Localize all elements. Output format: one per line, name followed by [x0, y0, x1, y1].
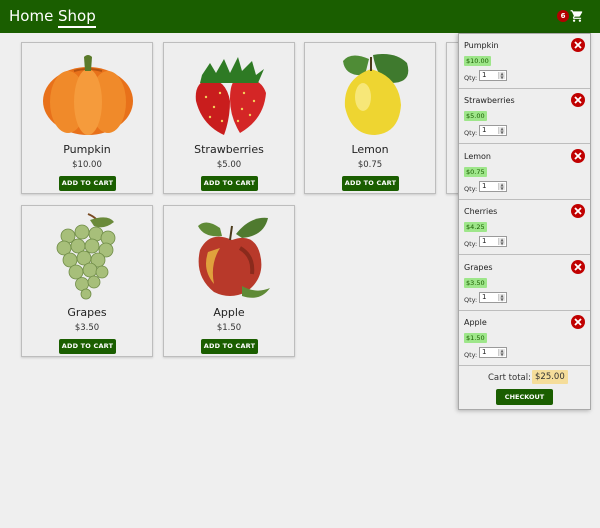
- cart-item-name: Apple: [464, 318, 487, 327]
- quantity-stepper[interactable]: 1 ▲ ▼: [479, 292, 507, 303]
- qty-label: Qty:: [464, 129, 478, 137]
- top-nav-bar: Home Shop 6: [0, 0, 600, 33]
- quantity-stepper[interactable]: 1 ▲ ▼: [479, 236, 507, 247]
- add-to-cart-button[interactable]: ADD TO CART: [59, 176, 116, 191]
- remove-item-button[interactable]: [571, 149, 585, 163]
- quantity-stepper[interactable]: 1 ▲ ▼: [479, 70, 507, 81]
- qty-label: Qty:: [464, 74, 478, 82]
- quantity-value: 1: [482, 182, 487, 190]
- close-icon: [574, 152, 582, 160]
- cart-panel: Pumpkin $10.00 Qty: 1 ▲ ▼ Strawberries $5.…: [458, 33, 591, 410]
- lemon-image: [343, 54, 409, 135]
- qty-label: Qty:: [464, 296, 478, 304]
- cart-item-name: Lemon: [464, 152, 491, 161]
- cart-item-name: Strawberries: [464, 96, 515, 105]
- cart-item-name: Pumpkin: [464, 41, 499, 50]
- checkout-button[interactable]: CHECKOUT: [496, 389, 553, 405]
- shopping-cart-icon: [570, 10, 583, 22]
- close-icon: [574, 263, 582, 271]
- qty-label: Qty:: [464, 240, 478, 248]
- cart-item-price: $0.75: [464, 167, 487, 177]
- product-price: $0.75: [357, 160, 383, 170]
- product-name: Lemon: [351, 143, 389, 156]
- product-name: Grapes: [67, 306, 107, 319]
- cart-item: Cherries $4.25 Qty: 1 ▲ ▼: [459, 200, 590, 255]
- product-price: $5.00: [216, 160, 242, 170]
- remove-item-button[interactable]: [571, 204, 585, 218]
- product-card-lemon: Lemon $0.75 ADD TO CART: [304, 42, 436, 194]
- cart-count-badge: 6: [557, 10, 569, 22]
- spinner-arrows-icon[interactable]: ▲ ▼: [498, 72, 505, 80]
- cart-item-price: $3.50: [464, 278, 487, 288]
- spinner-arrows-icon[interactable]: ▲ ▼: [498, 238, 505, 246]
- nav-shop-link[interactable]: Shop: [58, 7, 96, 28]
- product-price: $10.00: [72, 160, 102, 170]
- cart-item: Lemon $0.75 Qty: 1 ▲ ▼: [459, 145, 590, 200]
- product-card-grapes: Grapes $3.50 ADD TO CART: [21, 205, 153, 357]
- remove-item-button[interactable]: [571, 93, 585, 107]
- remove-item-button[interactable]: [571, 38, 585, 52]
- quantity-value: 1: [482, 237, 487, 245]
- product-card-pumpkin: Pumpkin $10.00 ADD TO CART: [21, 42, 153, 194]
- spinner-arrows-icon[interactable]: ▲ ▼: [498, 183, 505, 191]
- spinner-arrows-icon[interactable]: ▲ ▼: [498, 294, 505, 302]
- product-name: Pumpkin: [63, 143, 111, 156]
- apple-image: [198, 217, 270, 298]
- cart-item-name: Cherries: [464, 207, 498, 216]
- product-price: $1.50: [216, 323, 242, 333]
- product-card-strawberries: Strawberries $5.00 ADD TO CART: [163, 42, 295, 194]
- close-icon: [574, 318, 582, 326]
- qty-label: Qty:: [464, 351, 478, 359]
- qty-label: Qty:: [464, 185, 478, 193]
- quantity-stepper[interactable]: 1 ▲ ▼: [479, 125, 507, 136]
- add-to-cart-button[interactable]: ADD TO CART: [59, 339, 116, 354]
- product-price: $3.50: [74, 323, 100, 333]
- cart-item: Strawberries $5.00 Qty: 1 ▲ ▼: [459, 89, 590, 144]
- cart-button[interactable]: 6: [557, 8, 587, 26]
- strawberries-image: [195, 57, 266, 135]
- spinner-arrows-icon[interactable]: ▲ ▼: [498, 349, 505, 357]
- spinner-arrows-icon[interactable]: ▲ ▼: [498, 127, 505, 135]
- cart-item: Apple $1.50 Qty: 1 ▲ ▼: [459, 311, 590, 366]
- nav-home-link[interactable]: Home: [9, 7, 53, 25]
- close-icon: [574, 207, 582, 215]
- quantity-value: 1: [482, 293, 487, 301]
- cart-item-price: $1.50: [464, 333, 487, 343]
- close-icon: [574, 96, 582, 104]
- remove-item-button[interactable]: [571, 315, 585, 329]
- product-name: Strawberries: [194, 143, 264, 156]
- close-icon: [574, 41, 582, 49]
- cart-item-name: Grapes: [464, 263, 493, 272]
- add-to-cart-button[interactable]: ADD TO CART: [201, 176, 258, 191]
- add-to-cart-button[interactable]: ADD TO CART: [201, 339, 258, 354]
- quantity-value: 1: [482, 348, 487, 356]
- cart-total-value: $25.00: [532, 370, 568, 384]
- cart-item-price: $4.25: [464, 222, 487, 232]
- product-name: Apple: [213, 306, 245, 319]
- product-card-apple: Apple $1.50 ADD TO CART: [163, 205, 295, 357]
- quantity-stepper[interactable]: 1 ▲ ▼: [479, 347, 507, 358]
- cart-item-price: $5.00: [464, 111, 487, 121]
- cart-item-price: $10.00: [464, 56, 491, 66]
- cart-item: Pumpkin $10.00 Qty: 1 ▲ ▼: [459, 34, 590, 89]
- quantity-value: 1: [482, 71, 487, 79]
- quantity-value: 1: [482, 126, 487, 134]
- cart-item: Grapes $3.50 Qty: 1 ▲ ▼: [459, 256, 590, 311]
- pumpkin-image: [43, 55, 133, 135]
- grapes-image: [56, 213, 116, 300]
- quantity-stepper[interactable]: 1 ▲ ▼: [479, 181, 507, 192]
- remove-item-button[interactable]: [571, 260, 585, 274]
- add-to-cart-button[interactable]: ADD TO CART: [342, 176, 399, 191]
- cart-total-label: Cart total:: [488, 373, 531, 383]
